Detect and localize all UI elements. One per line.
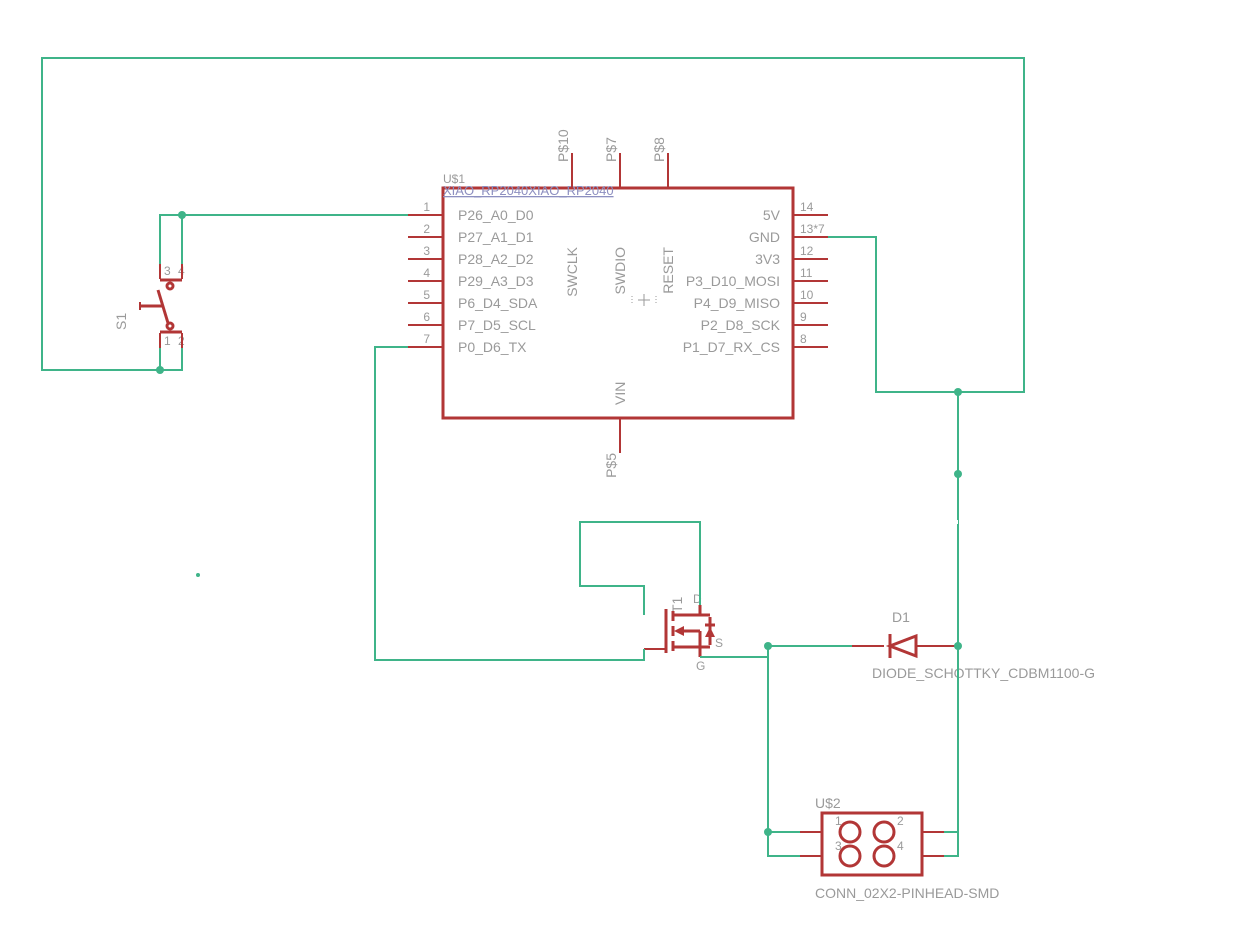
svg-text:P$8: P$8 (651, 137, 667, 162)
svg-text:1: 1 (835, 814, 842, 828)
svg-text:6: 6 (423, 310, 430, 324)
svg-text:13*7: 13*7 (800, 222, 825, 236)
svg-text:5V: 5V (763, 207, 781, 223)
svg-text:GND: GND (749, 229, 780, 245)
svg-text:3: 3 (835, 839, 842, 853)
svg-text:P$10: P$10 (555, 129, 571, 162)
svg-text:3V3: 3V3 (755, 251, 780, 267)
u1-right-pins: 14 5V 13*7 GND 12 3V3 11 P3_D10_MOSI 10 … (683, 200, 828, 355)
stray-dot (196, 573, 200, 577)
svg-text:9: 9 (800, 310, 807, 324)
svg-text:P27_A1_D1: P27_A1_D1 (458, 229, 534, 245)
schematic-canvas: U$1 XIAO_RP2040XIAO_RP2040 1 P26_A0_D0 2… (0, 0, 1238, 944)
u2-connector: U$2 CONN_02X2-PINHEAD-SMD 1 2 3 4 (800, 795, 999, 901)
svg-text:P0_D6_TX: P0_D6_TX (458, 339, 527, 355)
svg-text:P3_D10_MOSI: P3_D10_MOSI (686, 273, 780, 289)
u2-ref: U$2 (815, 795, 841, 811)
u1-ic: U$1 XIAO_RP2040XIAO_RP2040 1 P26_A0_D0 2… (408, 129, 828, 478)
u1-top-pins: P$10 SWCLK P$7 SWDIO P$8 RESET (555, 129, 676, 297)
svg-text:RESET: RESET (660, 247, 676, 294)
u1-bottom-pins: P$5 VIN (603, 382, 628, 478)
t1-mosfet: T1 D S G (644, 592, 723, 673)
d1-name: DIODE_SCHOTTKY_CDBM1100-G (872, 665, 1095, 681)
svg-text:11: 11 (800, 266, 813, 280)
svg-text:10: 10 (800, 288, 814, 302)
svg-text:14: 14 (800, 200, 814, 214)
d1-ref: D1 (892, 609, 910, 625)
t1-ref: T1 (669, 596, 685, 613)
svg-text:P$5: P$5 (603, 453, 619, 478)
s1-ref: S1 (113, 313, 129, 330)
svg-text:7: 7 (423, 332, 430, 346)
svg-text:P2_D8_SCK: P2_D8_SCK (701, 317, 781, 333)
svg-text:S: S (715, 636, 723, 650)
u2-name: CONN_02X2-PINHEAD-SMD (815, 885, 999, 901)
svg-text:P$7: P$7 (603, 137, 619, 162)
svg-text:8: 8 (800, 332, 807, 346)
d1-diode: D1 DIODE_SCHOTTKY_CDBM1100-G (852, 609, 1095, 681)
u1-left-pins: 1 P26_A0_D0 2 P27_A1_D1 3 P28_A2_D2 4 P2… (408, 200, 538, 355)
svg-text:2: 2 (897, 814, 904, 828)
svg-text:SWCLK: SWCLK (564, 246, 580, 296)
svg-text:4: 4 (423, 266, 430, 280)
svg-text:1: 1 (164, 334, 171, 348)
u1-name: XIAO_RP2040XIAO_RP2040 (443, 183, 614, 198)
svg-text:P29_A3_D3: P29_A3_D3 (458, 273, 534, 289)
nets (42, 58, 1024, 856)
s1-switch: S1 1 2 3 4 (113, 264, 185, 348)
svg-text:P4_D9_MISO: P4_D9_MISO (694, 295, 780, 311)
svg-text:VIN: VIN (612, 382, 628, 405)
svg-text:3: 3 (164, 264, 171, 278)
svg-text:2: 2 (423, 222, 430, 236)
svg-text:P28_A2_D2: P28_A2_D2 (458, 251, 534, 267)
svg-text:P1_D7_RX_CS: P1_D7_RX_CS (683, 339, 780, 355)
svg-text:5: 5 (423, 288, 430, 302)
svg-text:1: 1 (423, 200, 430, 214)
svg-text:P6_D4_SDA: P6_D4_SDA (458, 295, 538, 311)
svg-text:12: 12 (800, 244, 814, 258)
svg-text:P7_D5_SCL: P7_D5_SCL (458, 317, 536, 333)
svg-text:P26_A0_D0: P26_A0_D0 (458, 207, 534, 223)
origin-cross-icon (632, 294, 656, 306)
svg-text:3: 3 (423, 244, 430, 258)
svg-text:G: G (696, 659, 705, 673)
svg-text:SWDIO: SWDIO (612, 247, 628, 295)
svg-text:4: 4 (897, 839, 904, 853)
